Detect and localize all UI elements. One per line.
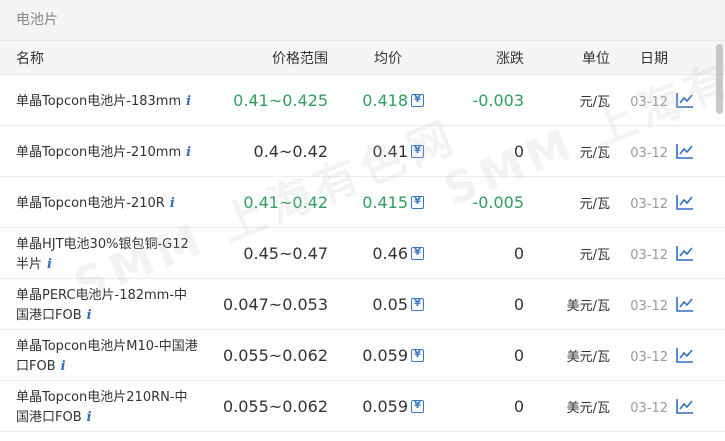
trend-chart-icon[interactable] <box>668 92 702 108</box>
trend-chart-icon[interactable] <box>668 398 702 414</box>
avg-price: 0.415 <box>362 192 408 212</box>
date-label: 03-12 <box>630 349 668 365</box>
product-name[interactable]: 单晶Topcon电池片-210R <box>16 196 165 211</box>
info-icon[interactable]: i <box>61 359 66 374</box>
price-change: -0.005 <box>472 192 524 212</box>
info-icon[interactable]: i <box>186 145 191 160</box>
table-row[interactable]: 单晶Topcon电池片M10-中国港口FOB i 0.055~0.062 0.05… <box>0 330 725 381</box>
currency-convert-icon[interactable]: ¥ <box>411 93 424 107</box>
unit-label: 美元/瓦 <box>566 349 610 365</box>
date-label: 03-12 <box>630 247 668 263</box>
table-row[interactable]: 单晶PERC电池片-182mm-中国港口FOB i 0.047~0.053 0.0… <box>0 279 725 330</box>
header-range: 价格范围 <box>272 50 328 67</box>
info-icon[interactable]: i <box>87 410 92 425</box>
row-name-cell[interactable]: 单晶Topcon电池片-183mm i <box>0 90 200 110</box>
unit-label: 元/瓦 <box>579 94 610 110</box>
trend-chart-icon[interactable] <box>668 245 702 261</box>
price-change: 0 <box>513 294 524 314</box>
currency-convert-icon[interactable]: ¥ <box>411 246 424 260</box>
price-table-body: 单晶Topcon电池片-183mm i 0.41~0.425 0.418 ¥ -0.… <box>0 75 725 432</box>
row-name-cell[interactable]: 单晶HJT电池30%银包铜-G12半片 i <box>0 233 200 273</box>
avg-price: 0.059 <box>362 396 408 416</box>
price-change: 0 <box>513 345 524 365</box>
table-row[interactable]: 单晶Topcon电池片-210mm i 0.4~0.42 0.41 ¥ 0 元/瓦 … <box>0 126 725 177</box>
trend-chart-icon[interactable] <box>668 347 702 363</box>
header-avg: 均价 <box>328 48 424 68</box>
price-change: -0.003 <box>472 90 524 110</box>
info-icon[interactable]: i <box>186 94 191 109</box>
product-name[interactable]: 单晶Topcon电池片M10-中国港口FOB <box>16 339 198 374</box>
avg-price: 0.418 <box>362 90 408 110</box>
unit-label: 元/瓦 <box>579 247 610 263</box>
date-label: 03-12 <box>630 145 668 161</box>
table-header: 名称 价格范围 均价 涨跌 单位 日期 <box>0 41 725 75</box>
product-name[interactable]: 单晶Topcon电池片-210mm <box>16 145 181 160</box>
product-name[interactable]: 单晶PERC电池片-182mm-中国港口FOB <box>16 288 187 323</box>
product-name[interactable]: 单晶HJT电池30%银包铜-G12半片 <box>16 237 189 272</box>
unit-label: 元/瓦 <box>579 145 610 161</box>
header-name: 名称 <box>16 50 44 67</box>
avg-price: 0.059 <box>362 345 408 365</box>
row-name-cell[interactable]: 单晶Topcon电池片-210mm i <box>0 141 200 161</box>
row-name-cell[interactable]: 单晶Topcon电池片-210R i <box>0 192 200 212</box>
trend-chart-icon[interactable] <box>668 296 702 312</box>
date-label: 03-12 <box>630 298 668 314</box>
price-range: 0.055~0.062 <box>222 345 328 365</box>
row-name-cell[interactable]: 单晶Topcon电池片210RN-中国港口FOB i <box>0 386 200 426</box>
price-range: 0.45~0.47 <box>243 243 328 263</box>
unit-label: 美元/瓦 <box>566 400 610 416</box>
avg-price: 0.05 <box>372 294 408 314</box>
currency-convert-icon[interactable]: ¥ <box>411 399 424 413</box>
table-row[interactable]: 单晶Topcon电池片-183mm i 0.41~0.425 0.418 ¥ -0.… <box>0 75 725 126</box>
product-name[interactable]: 单晶Topcon电池片210RN-中国港口FOB <box>16 390 188 425</box>
price-range: 0.055~0.062 <box>222 396 328 416</box>
row-name-cell[interactable]: 单晶PERC电池片-182mm-中国港口FOB i <box>0 284 200 324</box>
date-label: 03-12 <box>630 196 668 212</box>
info-icon[interactable]: i <box>170 196 175 211</box>
info-icon[interactable]: i <box>87 308 92 323</box>
unit-label: 美元/瓦 <box>566 298 610 314</box>
currency-convert-icon[interactable]: ¥ <box>411 195 424 209</box>
scrollbar-thumb[interactable] <box>716 44 723 114</box>
price-change: 0 <box>513 243 524 263</box>
header-change: 涨跌 <box>496 50 524 67</box>
currency-convert-icon[interactable]: ¥ <box>411 144 424 158</box>
table-row[interactable]: 单晶HJT电池30%银包铜-G12半片 i 0.45~0.47 0.46 ¥ 0 元… <box>0 228 725 279</box>
price-change: 0 <box>513 141 524 161</box>
price-range: 0.4~0.42 <box>253 141 328 161</box>
info-icon[interactable]: i <box>47 257 52 272</box>
avg-price: 0.46 <box>372 243 408 263</box>
trend-chart-icon[interactable] <box>668 194 702 210</box>
price-change: 0 <box>513 396 524 416</box>
table-row[interactable]: 单晶Topcon电池片-210R i 0.41~0.42 0.415 ¥ -0.00… <box>0 177 725 228</box>
currency-convert-icon[interactable]: ¥ <box>411 297 424 311</box>
price-range: 0.41~0.42 <box>243 192 328 212</box>
price-range: 0.047~0.053 <box>222 294 328 314</box>
product-name[interactable]: 单晶Topcon电池片-183mm <box>16 94 181 109</box>
row-name-cell[interactable]: 单晶Topcon电池片M10-中国港口FOB i <box>0 335 200 375</box>
unit-label: 元/瓦 <box>579 196 610 212</box>
price-range: 0.41~0.425 <box>233 90 328 110</box>
currency-convert-icon[interactable]: ¥ <box>411 348 424 362</box>
avg-price: 0.41 <box>372 141 408 161</box>
header-unit: 单位 <box>582 50 610 67</box>
header-avg-label: 均价 <box>374 50 402 67</box>
section-title: 电池片 <box>0 0 725 41</box>
date-label: 03-12 <box>630 94 668 110</box>
date-label: 03-12 <box>630 400 668 416</box>
header-date: 日期 <box>640 50 668 67</box>
trend-chart-icon[interactable] <box>668 143 702 159</box>
table-row[interactable]: 单晶Topcon电池片210RN-中国港口FOB i 0.055~0.062 0.… <box>0 381 725 432</box>
